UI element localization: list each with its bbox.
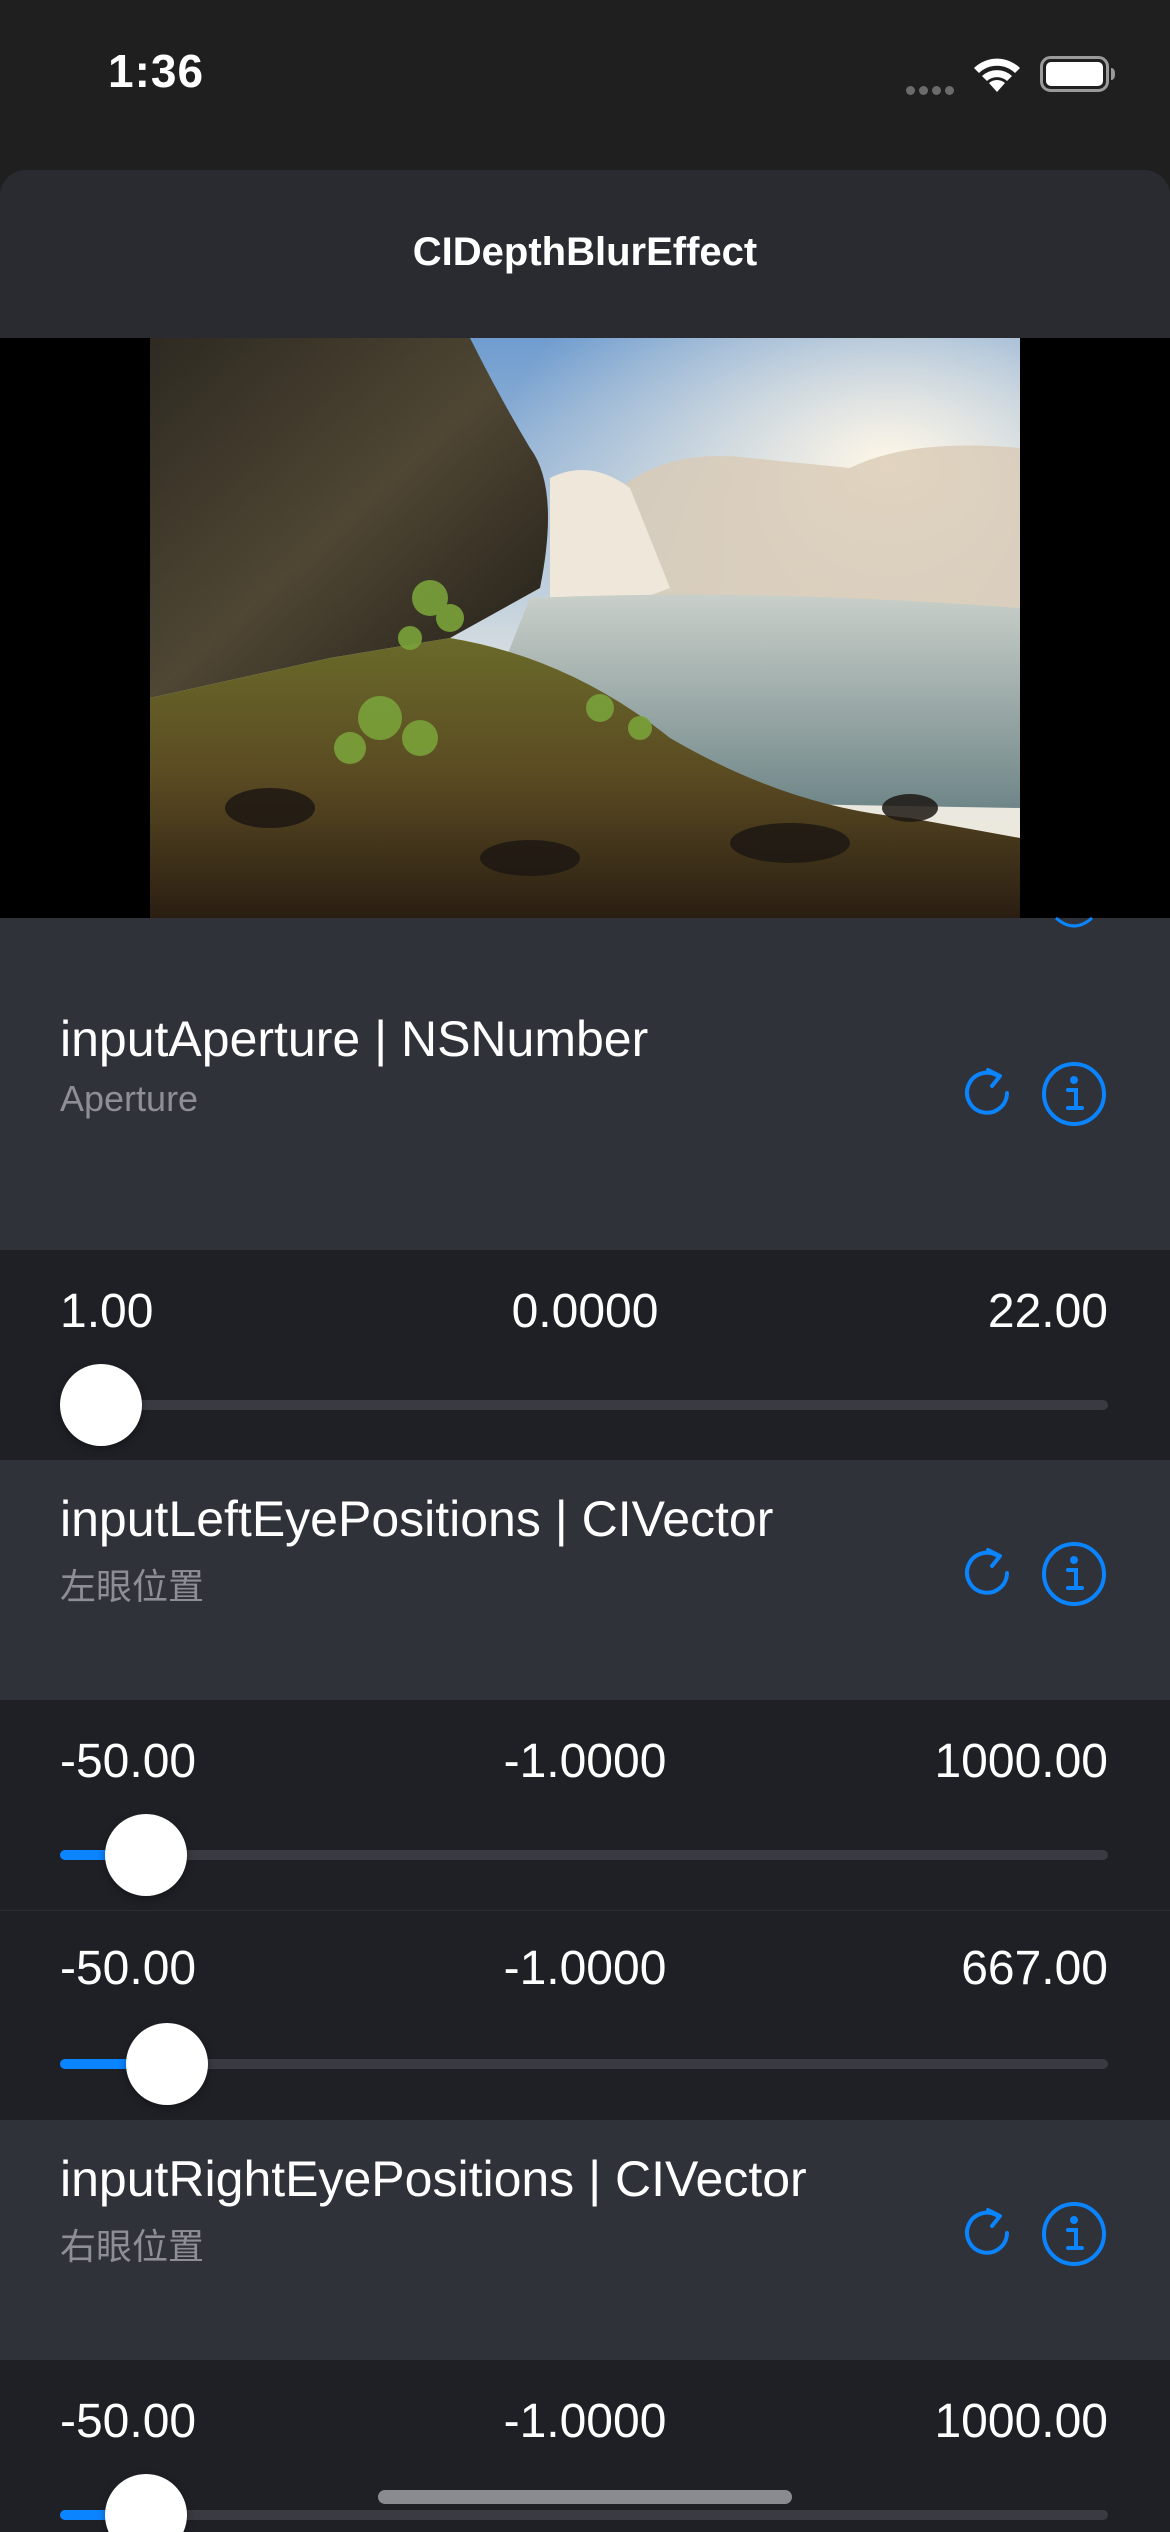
slider-thumb[interactable] [105, 1814, 188, 1896]
param-header-aperture: inputAperture | NSNumber Aperture [0, 960, 1170, 1136]
slider-max-value: 1000.00 [934, 2395, 1108, 2448]
aperture-slider[interactable] [60, 1364, 1108, 1446]
param-title: inputAperture | NSNumber [60, 1011, 649, 1067]
param-title: inputLeftEyePositions | CIVector [60, 1491, 774, 1547]
slider-thumb[interactable] [60, 1364, 142, 1446]
navigation-bar: CIDepthBlurEffect [0, 170, 1170, 338]
screen: 1:36 CIDepthBlurEffect inputAperture | N… [0, 0, 1170, 2532]
slider-max-value: 1000.00 [934, 1735, 1108, 1788]
left-eye-x-slider[interactable] [60, 1814, 1108, 1896]
right-eye-x-slider[interactable] [60, 2474, 1108, 2532]
slider-thumb[interactable] [125, 2023, 208, 2105]
page-title: CIDepthBlurEffect [412, 230, 758, 274]
param-title: inputRightEyePositions | CIVector [60, 2151, 807, 2207]
param-subtitle: Aperture [60, 1078, 199, 1119]
info-icon[interactable] [1040, 2200, 1108, 2268]
wifi-icon [974, 58, 1020, 92]
param-header-left-eye: inputLeftEyePositions | CIVector 左眼位置 [0, 1460, 1170, 1610]
scroll-peek-icon [1055, 916, 1093, 928]
param-subtitle: 左眼位置 [60, 1566, 205, 1607]
reset-icon[interactable] [958, 2204, 1016, 2262]
param-header-right-eye: inputRightEyePositions | CIVector 右眼位置 [0, 2120, 1170, 2310]
battery-icon [1040, 56, 1115, 92]
image-preview [0, 338, 1170, 918]
slider-row-aperture: 1.00 0.0000 22.00 [0, 1250, 1170, 1460]
status-bar: 1:36 [0, 0, 1170, 150]
info-icon[interactable] [1040, 1540, 1108, 1608]
slider-row-right-eye-x: -50.00 -1.0000 1000.00 [0, 2360, 1170, 2532]
filter-sheet: CIDepthBlurEffect inputAperture | NSNumb… [0, 170, 1170, 2532]
info-icon[interactable] [1040, 1060, 1108, 1128]
slider-row-left-eye-x: -50.00 -1.0000 1000.00 [0, 1700, 1170, 1910]
slider-max-value: 667.00 [961, 1942, 1108, 1995]
slider-row-left-eye-y: -50.00 -1.0000 667.00 [0, 1911, 1170, 2120]
slider-thumb[interactable] [105, 2474, 188, 2532]
status-time: 1:36 [108, 45, 205, 97]
reset-icon[interactable] [958, 1544, 1016, 1602]
cellular-signal-icon [906, 82, 958, 95]
reset-icon[interactable] [958, 1064, 1016, 1122]
waterfall-photo [150, 338, 1020, 918]
slider-max-value: 22.00 [987, 1285, 1108, 1338]
home-indicator[interactable] [378, 2490, 792, 2504]
param-subtitle: 右眼位置 [60, 2226, 205, 2267]
left-eye-y-slider[interactable] [60, 2023, 1108, 2105]
